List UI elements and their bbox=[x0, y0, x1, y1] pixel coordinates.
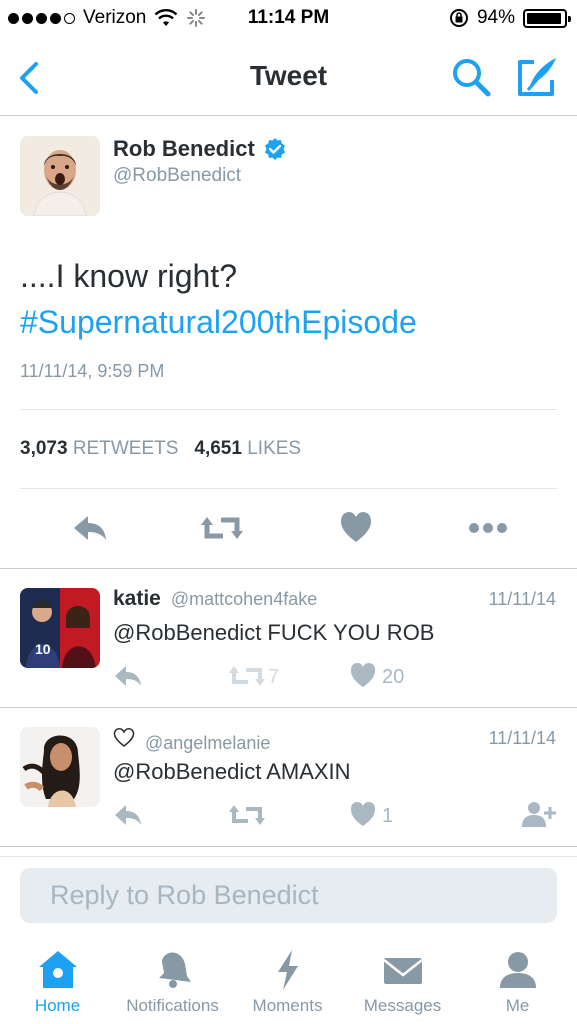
like-heart-icon[interactable] bbox=[350, 799, 376, 831]
retweets-count: 3,073 bbox=[20, 438, 68, 459]
bell-icon bbox=[158, 952, 191, 988]
tab-label: Home bbox=[34, 996, 81, 1015]
retweets-label: RETWEETS bbox=[72, 438, 179, 459]
reply-author-handle[interactable]: @angelmelanie bbox=[145, 733, 270, 754]
likes-stat[interactable]: 4,651 LIKES bbox=[194, 438, 301, 460]
reply-icon[interactable] bbox=[72, 508, 108, 548]
like-count: 1 bbox=[382, 805, 394, 827]
likes-count: 4,651 bbox=[194, 438, 242, 459]
author-name-text: Rob Benedict bbox=[113, 136, 255, 161]
tab-moments[interactable]: Moments bbox=[230, 940, 345, 1024]
divider bbox=[20, 409, 557, 410]
reply-text: @RobBenedict FUCK YOU ROB bbox=[113, 620, 435, 645]
reply-text: @RobBenedict AMAXIN bbox=[113, 759, 351, 784]
tab-me[interactable]: Me bbox=[460, 940, 575, 1024]
tweet-timestamp: 11/11/14, 9:59 PM bbox=[20, 361, 165, 381]
lightning-icon bbox=[277, 950, 298, 990]
reply-date: 11/11/14 bbox=[488, 728, 556, 748]
reply-author-handle[interactable]: @mattcohen4fake bbox=[171, 589, 317, 610]
heart-outline-icon bbox=[113, 728, 135, 747]
tweet-text: ....I know right? #Supernatural200thEpis… bbox=[20, 253, 560, 345]
tab-messages[interactable]: Messages bbox=[345, 940, 460, 1024]
tab-notifications[interactable]: Notifications bbox=[115, 940, 230, 1024]
reply-avatar[interactable] bbox=[20, 727, 100, 807]
tab-home[interactable]: Home bbox=[0, 940, 115, 1024]
reply-author-name[interactable]: katie bbox=[113, 587, 161, 611]
tweet-actions bbox=[0, 508, 577, 548]
section-divider bbox=[0, 856, 577, 857]
author-avatar[interactable] bbox=[20, 136, 100, 216]
battery-icon bbox=[523, 8, 571, 28]
section-divider bbox=[0, 568, 577, 569]
tweet-body: ....I know right? bbox=[20, 258, 237, 294]
reply-actions: 7 20 bbox=[0, 660, 577, 696]
like-heart-icon[interactable] bbox=[340, 508, 372, 548]
author-name[interactable]: Rob Benedict bbox=[113, 136, 287, 162]
divider bbox=[20, 488, 557, 489]
follow-user-icon[interactable] bbox=[521, 799, 557, 831]
tab-label: Me bbox=[505, 996, 530, 1015]
like-heart-icon[interactable] bbox=[350, 660, 376, 692]
retweet-icon[interactable] bbox=[229, 660, 265, 692]
hashtag-link[interactable]: #Supernatural200thEpisode bbox=[20, 299, 560, 345]
reply-date: 11/11/14 bbox=[488, 589, 556, 609]
verified-badge-icon bbox=[264, 138, 285, 160]
likes-label: LIKES bbox=[247, 438, 302, 459]
reply-avatar[interactable]: 10 bbox=[20, 588, 100, 668]
tab-label: Notifications bbox=[126, 996, 219, 1015]
search-icon[interactable] bbox=[450, 56, 492, 98]
reply-input[interactable] bbox=[20, 868, 557, 923]
envelope-icon bbox=[382, 958, 423, 984]
like-count: 20 bbox=[382, 666, 405, 688]
reply-actions: 1 bbox=[0, 799, 577, 835]
reply-header: katie @mattcohen4fake bbox=[113, 587, 317, 611]
section-divider bbox=[0, 707, 577, 708]
reply-icon[interactable] bbox=[113, 660, 143, 692]
more-options-icon[interactable] bbox=[468, 508, 508, 548]
retweet-count: 7 bbox=[268, 666, 280, 688]
tab-bar: Home Notifications Moments Messages Me bbox=[0, 940, 577, 1024]
tweet-stats: 3,073 RETWEETS 4,651 LIKES bbox=[20, 438, 301, 460]
reply-header: @angelmelanie bbox=[113, 727, 270, 754]
retweet-icon[interactable] bbox=[201, 508, 243, 548]
reply-icon[interactable] bbox=[113, 799, 143, 831]
reply-composer[interactable] bbox=[20, 868, 557, 923]
tab-label: Moments bbox=[252, 996, 323, 1015]
rotation-lock-icon bbox=[449, 9, 468, 27]
retweet-icon[interactable] bbox=[229, 799, 265, 831]
status-bar: Verizon 11:14 PM 94% bbox=[0, 0, 577, 40]
home-icon bbox=[38, 951, 77, 988]
section-divider bbox=[0, 846, 577, 847]
battery-percent: 94% bbox=[476, 7, 515, 28]
svg-text:10: 10 bbox=[35, 641, 51, 657]
person-icon bbox=[499, 952, 536, 988]
tab-label: Messages bbox=[363, 996, 442, 1015]
navigation-bar: Tweet bbox=[0, 40, 577, 116]
author-handle[interactable]: @RobBenedict bbox=[113, 165, 241, 187]
compose-tweet-icon[interactable] bbox=[514, 54, 560, 100]
retweets-stat[interactable]: 3,073 RETWEETS bbox=[20, 438, 178, 460]
